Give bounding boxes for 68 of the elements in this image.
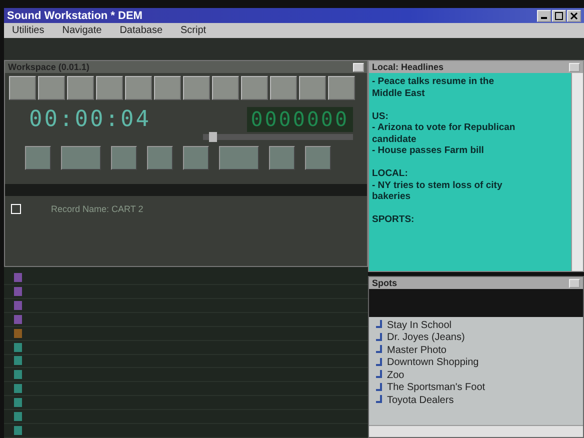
- note-icon: [375, 320, 384, 330]
- headline-text: LOCAL:: [372, 168, 408, 179]
- transport-button[interactable]: [147, 146, 173, 170]
- note-icon: [375, 395, 384, 406]
- toolbar-button[interactable]: [38, 76, 65, 100]
- spot-item[interactable]: Dr. Joyes (Jeans): [387, 332, 465, 344]
- toolbar-button[interactable]: [299, 76, 326, 100]
- scrollbar[interactable]: [369, 425, 583, 437]
- spot-item[interactable]: Stay In School: [387, 320, 452, 331]
- minimize-button[interactable]: [537, 10, 551, 22]
- transport-button[interactable]: [25, 146, 51, 170]
- panel-title: Spots: [372, 278, 398, 288]
- note-icon: [375, 332, 384, 343]
- note-icon: [375, 370, 384, 380]
- headline-text: - NY tries to stem loss of city: [372, 180, 502, 190]
- transport-button[interactable]: [219, 146, 259, 170]
- record-name: Record Name: CART 2: [51, 204, 144, 214]
- headline-text: bakeries: [372, 191, 411, 202]
- time-display: 00:00:04: [29, 107, 151, 132]
- toolbar-button[interactable]: [67, 76, 94, 100]
- headline-text: - Peace talks resume in the: [372, 76, 494, 87]
- toolbar-button[interactable]: [270, 76, 297, 100]
- note-icon: [375, 382, 384, 393]
- headline-text: candidate: [372, 134, 416, 144]
- spot-item[interactable]: Master Photo: [387, 344, 446, 356]
- transport-button[interactable]: [61, 146, 101, 170]
- headline-text: Middle East: [372, 88, 425, 98]
- spot-item[interactable]: Downtown Shopping: [387, 357, 479, 368]
- maximize-icon: [555, 12, 563, 20]
- menu-item[interactable]: Script: [180, 25, 206, 36]
- panel-title: Workspace (0.01.1): [8, 62, 90, 72]
- spot-item[interactable]: Zoo: [387, 370, 404, 381]
- menu-item[interactable]: Database: [120, 25, 163, 36]
- panel-close-button[interactable]: [569, 278, 580, 288]
- toolbar-button[interactable]: [241, 76, 268, 100]
- toolbar-button[interactable]: [328, 76, 355, 100]
- toolbar-button[interactable]: [154, 76, 181, 100]
- menu-item[interactable]: Utilities: [12, 25, 44, 36]
- headline-text: - House passes Farm bill: [372, 145, 484, 156]
- panel-close-button[interactable]: [353, 62, 364, 72]
- minimize-icon: [541, 17, 547, 19]
- record-marker-icon: [11, 204, 21, 214]
- toolbar-button[interactable]: [212, 76, 239, 100]
- spot-item[interactable]: The Sportsman's Foot: [387, 382, 486, 394]
- note-icon: [375, 345, 384, 356]
- close-button[interactable]: [567, 10, 581, 22]
- position-slider[interactable]: [203, 134, 353, 140]
- transport-button[interactable]: [305, 146, 331, 170]
- headline-text: - Arizona to vote for Republican: [372, 122, 516, 133]
- toolbar-button[interactable]: [183, 76, 210, 100]
- maximize-button[interactable]: [552, 10, 566, 22]
- spot-item[interactable]: Toyota Dealers: [387, 394, 454, 406]
- note-icon: [375, 358, 384, 368]
- counter-display: 0000000: [246, 107, 353, 132]
- transport-button[interactable]: [111, 146, 137, 170]
- transport-button[interactable]: [183, 146, 209, 170]
- headline-text: US:: [372, 110, 388, 122]
- scrollbar[interactable]: [571, 73, 583, 271]
- headline-text: SPORTS:: [372, 214, 414, 225]
- panel-title: Local: Headlines: [372, 62, 444, 72]
- panel-close-button[interactable]: [569, 62, 580, 72]
- toolbar-button[interactable]: [96, 76, 123, 100]
- toolbar-button[interactable]: [9, 76, 36, 100]
- window-title: Sound Workstation * DEM: [7, 10, 142, 22]
- transport-button[interactable]: [269, 146, 295, 170]
- toolbar-button[interactable]: [125, 76, 152, 100]
- menu-item[interactable]: Navigate: [62, 25, 102, 36]
- close-icon: [570, 12, 578, 20]
